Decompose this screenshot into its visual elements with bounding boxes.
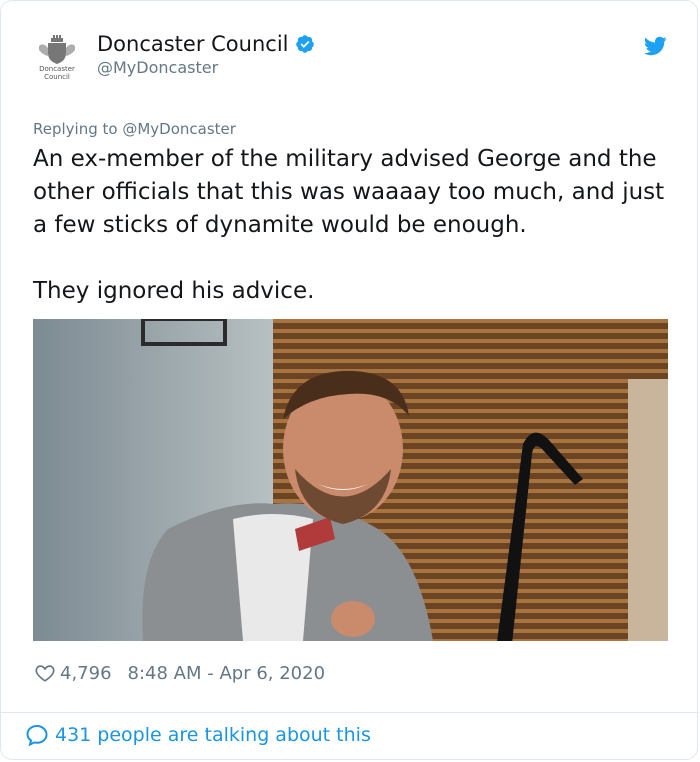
tweet-text: An ex-member of the military advised Geo… [33,146,665,304]
conversation-count-text[interactable]: 431 people are talking about this [55,724,371,746]
conversation-link[interactable]: 431 people are talking about this [25,723,371,747]
tweet-media-image[interactable] [33,319,668,641]
twitter-bird-icon[interactable] [643,34,667,58]
author-name-row[interactable]: Doncaster Council [97,32,315,56]
account-handle[interactable]: @MyDoncaster [97,58,218,77]
heart-icon[interactable] [34,662,56,684]
tweet-card: Doncaster Council Doncaster Council @MyD… [0,0,699,760]
tweet-timestamp[interactable]: 8:48 AM - Apr 6, 2020 [128,663,326,684]
verified-badge-icon [295,35,314,53]
tweet-meta: 4,796 8:48 AM - Apr 6, 2020 [34,662,325,684]
replying-to-prefix: Replying to [33,120,123,138]
speech-bubble-icon [26,724,48,747]
replying-to: Replying to @MyDoncaster [33,120,236,138]
display-name[interactable]: Doncaster Council [97,32,289,56]
divider [1,712,699,713]
replying-to-handle[interactable]: @MyDoncaster [122,120,236,138]
logo-text: Doncaster Council [39,65,75,81]
like-count[interactable]: 4,796 [60,663,112,684]
